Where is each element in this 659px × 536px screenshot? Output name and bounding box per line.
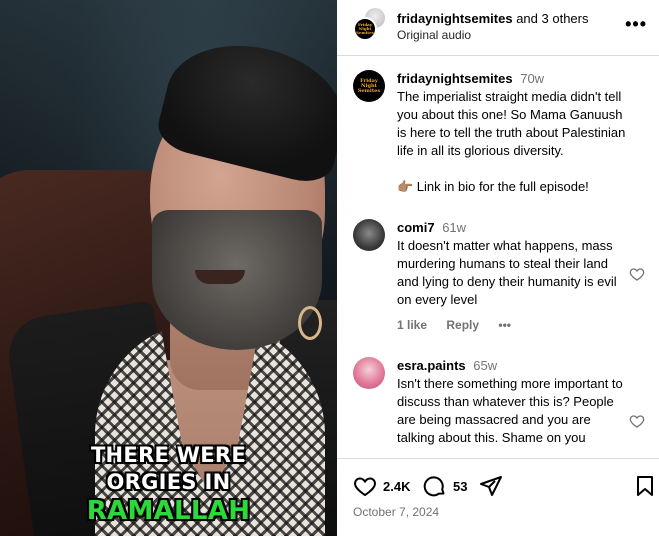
- comment-avatar[interactable]: [353, 357, 385, 389]
- caption-line-3: RAMALLAH: [86, 496, 251, 526]
- caption-line-1: THERE WERE: [90, 443, 247, 467]
- comment-username[interactable]: comi7: [397, 220, 435, 235]
- video-earring: [298, 306, 322, 340]
- caption-text: The imperialist straight media didn't te…: [397, 89, 629, 158]
- comment-icon[interactable]: [423, 474, 447, 498]
- bookmark-icon[interactable]: [633, 474, 657, 498]
- header-others[interactable]: and 3 others: [513, 11, 588, 26]
- send-icon[interactable]: [479, 474, 503, 498]
- caption-body: fridaynightsemites 70w The imperialist s…: [397, 70, 629, 196]
- caption-line-2: ORGIES IN: [106, 470, 231, 494]
- post-date[interactable]: October 7, 2024: [353, 505, 439, 519]
- like-button[interactable]: 2.4K: [353, 474, 410, 498]
- action-bar: 2.4K 53 October 7, 2024: [337, 458, 659, 536]
- header-username[interactable]: fridaynightsemites and 3 others: [397, 11, 588, 26]
- comment-text: Isn't there something more important to …: [397, 376, 627, 445]
- post-panel: Friday Night Semites fridaynightsemites …: [337, 0, 659, 536]
- comment-meta: 1 like Reply •••: [397, 318, 527, 332]
- share-button[interactable]: [479, 474, 503, 498]
- save-button[interactable]: [633, 474, 657, 498]
- caption-link-line: 👉🏽 Link in bio for the full episode!: [397, 179, 589, 194]
- comment-time[interactable]: 61w: [442, 220, 466, 235]
- comment-button[interactable]: 53: [423, 474, 467, 498]
- caption-avatar-logo: Friday Night Semites: [357, 77, 381, 94]
- comment-username[interactable]: esra.paints: [397, 358, 466, 373]
- comment-text: It doesn't matter what happens, mass mur…: [397, 238, 621, 307]
- caption-avatar[interactable]: Friday Night Semites: [353, 70, 385, 102]
- video-caption: THERE WERE ORGIES IN RAMALLAH: [0, 442, 337, 526]
- caption-username[interactable]: fridaynightsemites: [397, 71, 513, 86]
- comment-count[interactable]: 53: [453, 479, 467, 494]
- more-options-icon[interactable]: •••: [625, 14, 647, 35]
- caption-time[interactable]: 70w: [520, 71, 544, 86]
- post-header: Friday Night Semites fridaynightsemites …: [337, 0, 659, 56]
- reply-button[interactable]: Reply: [446, 318, 479, 332]
- comment-body: esra.paints 65w Isn't there something mo…: [397, 357, 629, 447]
- header-avatar[interactable]: Friday Night Semites: [353, 17, 377, 41]
- comment-likes[interactable]: 1 like: [397, 318, 427, 332]
- video-mouth: [195, 270, 245, 284]
- like-count[interactable]: 2.4K: [383, 479, 410, 494]
- comment-more-icon[interactable]: •••: [498, 318, 511, 332]
- comments-list[interactable]: Friday Night Semites fridaynightsemites …: [337, 57, 659, 458]
- comment-body: comi7 61w It doesn't matter what happens…: [397, 219, 629, 309]
- reel-video[interactable]: THERE WERE ORGIES IN RAMALLAH: [0, 0, 337, 536]
- audio-label[interactable]: Original audio: [397, 28, 471, 42]
- heart-icon[interactable]: [353, 474, 377, 498]
- comment-avatar[interactable]: [353, 219, 385, 251]
- like-comment-heart-icon[interactable]: [629, 413, 645, 429]
- like-comment-heart-icon[interactable]: [629, 266, 645, 282]
- header-username-text[interactable]: fridaynightsemites: [397, 11, 513, 26]
- header-avatar-logo: Friday Night Semites: [356, 22, 374, 35]
- comment-time[interactable]: 65w: [473, 358, 497, 373]
